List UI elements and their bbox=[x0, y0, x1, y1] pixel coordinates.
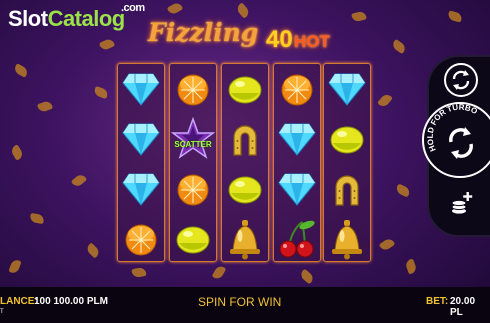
bell-icon bbox=[230, 219, 260, 259]
leaf-decor bbox=[92, 85, 110, 100]
leaf-decor bbox=[235, 2, 251, 19]
diamond-symbol bbox=[274, 164, 320, 213]
diamond-icon bbox=[278, 123, 316, 156]
diamond-icon bbox=[278, 173, 316, 206]
leaf-decor bbox=[404, 258, 418, 275]
leaf-decor bbox=[211, 264, 227, 281]
leaf-decor bbox=[70, 172, 88, 189]
leaf-decor bbox=[98, 37, 116, 52]
spin-arrows-icon bbox=[449, 127, 473, 159]
reel-1 bbox=[117, 63, 165, 262]
bell-symbol bbox=[324, 214, 370, 263]
balance-label: LANCE: bbox=[0, 296, 38, 307]
reel-5 bbox=[323, 63, 371, 262]
leaf-decor bbox=[298, 268, 316, 285]
leaf-decor bbox=[84, 242, 102, 259]
bet-settings-button[interactable] bbox=[449, 190, 475, 216]
reel-3 bbox=[221, 63, 269, 262]
horseshoe-icon bbox=[233, 124, 257, 156]
orange-icon bbox=[281, 74, 313, 105]
title-word: Fizzling bbox=[148, 18, 259, 47]
scatter-label: SCATTER bbox=[174, 140, 212, 149]
scatter-symbol: SCATTER bbox=[170, 114, 216, 163]
autoplay-button[interactable] bbox=[444, 63, 478, 97]
spin-button[interactable]: HOLD FOR TURBO bbox=[422, 102, 490, 178]
status-message: SPIN FOR WIN bbox=[198, 295, 282, 309]
orange-symbol bbox=[170, 64, 216, 113]
lemon-symbol bbox=[324, 114, 370, 163]
horseshoe-symbol bbox=[324, 164, 370, 213]
leaf-decor bbox=[377, 92, 393, 109]
leaf-decor bbox=[29, 212, 45, 225]
footer-tiny-text: T bbox=[0, 309, 4, 315]
slotcatalog-logo: SlotCatalog .com bbox=[8, 2, 145, 32]
diamond-icon bbox=[328, 73, 366, 106]
lemon-icon bbox=[176, 226, 210, 253]
balance-value: 100 100.00 PLM bbox=[34, 296, 108, 307]
diamond-icon bbox=[122, 73, 160, 106]
lemon-symbol bbox=[222, 64, 268, 113]
leaf-decor bbox=[12, 63, 30, 78]
horseshoe-icon bbox=[335, 174, 359, 206]
orange-icon bbox=[125, 224, 157, 255]
spin-ring: HOLD FOR TURBO bbox=[426, 103, 479, 159]
lemon-icon bbox=[228, 76, 262, 103]
title-suffix: HOT bbox=[294, 32, 330, 51]
game-title: Fizzling 40 HOT bbox=[148, 18, 330, 53]
logo-text-catalog: Catalog bbox=[47, 6, 126, 31]
diamond-icon bbox=[122, 123, 160, 156]
diamond-symbol bbox=[118, 114, 164, 163]
cherries-symbol bbox=[274, 214, 320, 263]
leaf-decor bbox=[9, 144, 25, 161]
reel-2: SCATTER bbox=[169, 63, 217, 262]
logo-suffix: .com bbox=[121, 2, 145, 14]
bell-symbol bbox=[222, 214, 268, 263]
orange-icon bbox=[177, 74, 209, 105]
leaf-decor bbox=[166, 1, 184, 16]
diamond-symbol bbox=[118, 164, 164, 213]
bottom-info-bar: LANCE: 100 100.00 PLM SPIN FOR WIN BET: … bbox=[0, 287, 490, 323]
diamond-symbol bbox=[118, 64, 164, 113]
diamond-symbol bbox=[324, 64, 370, 113]
lemon-symbol bbox=[222, 164, 268, 213]
lemon-icon bbox=[228, 176, 262, 203]
reel-grid: SCATTER bbox=[117, 63, 371, 262]
leaf-decor bbox=[131, 266, 147, 279]
leaf-decor bbox=[8, 258, 22, 275]
orange-symbol bbox=[274, 64, 320, 113]
bell-icon bbox=[332, 219, 362, 259]
lemon-icon bbox=[330, 126, 364, 153]
bet-label: BET: bbox=[426, 296, 449, 307]
lemon-symbol bbox=[170, 214, 216, 263]
coin-stack-plus-icon bbox=[451, 192, 473, 214]
leaf-decor bbox=[36, 99, 54, 114]
orange-symbol bbox=[118, 214, 164, 263]
leaf-decor bbox=[351, 10, 367, 23]
bet-value[interactable]: 20.00 PL bbox=[450, 296, 490, 318]
logo-text-slot: Slot bbox=[8, 6, 48, 31]
leaf-decor bbox=[390, 38, 408, 55]
leaf-decor bbox=[378, 236, 396, 253]
leaf-decor bbox=[394, 183, 412, 198]
orange-icon bbox=[177, 174, 209, 205]
leaf-decor bbox=[447, 10, 463, 23]
title-number: 40 bbox=[266, 26, 293, 53]
diamond-icon bbox=[122, 173, 160, 206]
horseshoe-symbol bbox=[222, 114, 268, 163]
orange-symbol bbox=[170, 164, 216, 213]
autoplay-arrows-icon bbox=[452, 70, 470, 90]
cherries-icon bbox=[279, 220, 315, 257]
diamond-symbol bbox=[274, 114, 320, 163]
reel-4 bbox=[273, 63, 321, 262]
star-icon bbox=[171, 116, 215, 159]
